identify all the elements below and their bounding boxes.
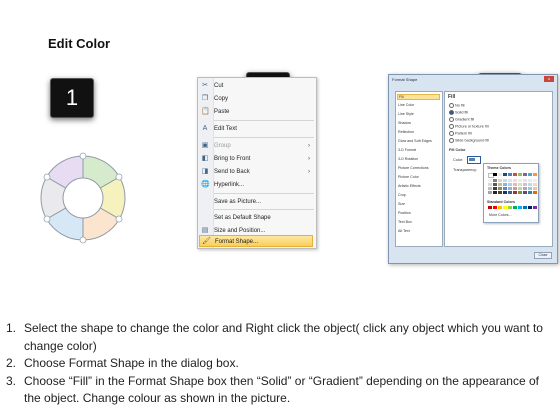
instruction-list: 1. Select the shape to change the color a… <box>6 320 554 408</box>
scissors-icon: ✂ <box>202 82 208 89</box>
menu-separator <box>214 137 314 138</box>
radio-icon <box>449 117 454 122</box>
size-position-icon: ▤ <box>201 227 209 234</box>
edit-text-icon: A <box>202 125 208 132</box>
instruction-item: 1. Select the shape to change the color a… <box>6 321 543 353</box>
nav-item-reflection[interactable]: Reflection <box>398 130 414 134</box>
format-shape-dialog: Format Shape x Fill Line Color Line Styl… <box>388 74 558 264</box>
radio-picture-fill[interactable]: Picture or texture fill <box>449 124 489 129</box>
paste-icon: 📋 <box>201 108 210 115</box>
hyperlink-icon: 🌐 <box>201 181 210 188</box>
submenu-arrow-icon: › <box>308 143 310 149</box>
submenu-arrow-icon: › <box>308 169 310 175</box>
page-title: Edit Color <box>48 36 111 51</box>
standard-colors-heading: Standard Colors <box>487 200 515 204</box>
radio-icon <box>449 124 454 129</box>
group-icon: ▣ <box>201 142 209 149</box>
nav-item-line-color[interactable]: Line Color <box>398 103 414 107</box>
fill-color-heading: Fill Color <box>449 148 466 152</box>
menu-item-group[interactable]: ▣ Group › <box>202 140 314 152</box>
radio-pattern-fill[interactable]: Pattern fill <box>449 131 472 136</box>
menu-item-save-as-picture[interactable]: Save as Picture... <box>214 196 314 208</box>
color-swatch-icon <box>469 158 475 161</box>
dialog-nav-list: Fill Line Color Line Style Shadow Reflec… <box>395 91 443 247</box>
menu-item-cut[interactable]: ✂ Cut <box>202 80 314 92</box>
radio-slide-background-fill[interactable]: Slide background fill <box>449 138 489 143</box>
puzzle-ring-diagram[interactable] <box>35 150 131 246</box>
nav-item-picture-color[interactable]: Picture Color <box>398 175 419 179</box>
color-picker-popup: Theme Colors Standard Colors More Colors… <box>483 163 539 223</box>
menu-item-set-default-shape[interactable]: Set as Default Shape <box>214 212 314 224</box>
dialog-title: Format Shape <box>392 77 418 82</box>
menu-separator <box>214 209 314 210</box>
menu-item-format-shape[interactable]: 🖌 Format Shape... <box>199 235 313 247</box>
nav-item-artistic-effects[interactable]: Artistic Effects <box>398 184 421 188</box>
step-badge-1: 1 <box>50 78 94 118</box>
submenu-arrow-icon: › <box>308 156 310 162</box>
radio-solid-fill[interactable]: Solid fill <box>449 110 468 115</box>
pane-heading: Fill <box>448 94 456 100</box>
radio-icon <box>449 131 454 136</box>
instruction-item: 2. Choose Format Shape in the dialog box. <box>6 356 239 371</box>
nav-item-shadow[interactable]: Shadow <box>398 121 411 125</box>
nav-item-size[interactable]: Size <box>398 202 405 206</box>
nav-item-picture-corrections[interactable]: Picture Corrections <box>398 166 429 170</box>
color-picker-button[interactable] <box>467 156 481 164</box>
nav-item-fill[interactable]: Fill <box>397 94 440 100</box>
radio-selected-icon <box>449 110 454 115</box>
menu-separator <box>214 193 314 194</box>
nav-item-3d-format[interactable]: 3-D Format <box>398 148 416 152</box>
radio-icon <box>449 138 454 143</box>
nav-item-glow[interactable]: Glow and Soft Edges <box>398 139 432 143</box>
menu-icon-gutter <box>198 78 214 248</box>
menu-separator <box>214 120 314 121</box>
nav-item-3d-rotation[interactable]: 3-D Rotation <box>398 157 418 161</box>
menu-item-edit-text[interactable]: A Edit Text <box>203 123 314 135</box>
theme-colors-heading: Theme Colors <box>487 166 511 170</box>
color-label: Color: <box>453 158 464 162</box>
nav-item-crop[interactable]: Crop <box>398 193 406 197</box>
nav-item-text-box[interactable]: Text Box <box>398 220 412 224</box>
radio-gradient-fill[interactable]: Gradient fill <box>449 117 474 122</box>
dialog-close-button[interactable]: x <box>544 76 554 82</box>
menu-item-bring-to-front[interactable]: ◧ Bring to Front › <box>202 153 314 165</box>
copy-icon: ❐ <box>201 95 209 102</box>
standard-color-row[interactable] <box>488 206 537 209</box>
instruction-item: 3. Choose “Fill” in the Format Shape box … <box>6 373 539 406</box>
format-shape-icon: 🖌 <box>202 238 211 245</box>
menu-item-send-to-back[interactable]: ◨ Send to Back › <box>202 166 314 178</box>
nav-item-line-style[interactable]: Line Style <box>398 112 414 116</box>
dialog-close-bottom-button[interactable]: Close <box>534 252 552 259</box>
menu-item-copy[interactable]: ❐ Copy <box>202 93 314 105</box>
nav-item-position[interactable]: Position <box>398 211 411 215</box>
context-menu: ✂ Cut ❐ Copy 📋 Paste A Edit Text ▣ Group › ◧ Br… <box>197 77 317 249</box>
send-back-icon: ◨ <box>201 168 209 175</box>
menu-item-hyperlink[interactable]: 🌐 Hyperlink... <box>201 179 314 191</box>
menu-item-paste[interactable]: 📋 Paste <box>201 106 314 118</box>
theme-color-grid[interactable] <box>488 173 537 194</box>
nav-item-alt-text[interactable]: Alt Text <box>398 229 410 233</box>
radio-icon <box>449 103 454 108</box>
radio-no-fill[interactable]: No fill <box>449 103 465 108</box>
transparency-label: Transparency: <box>453 168 478 172</box>
bring-front-icon: ◧ <box>201 155 209 162</box>
more-colors-link[interactable]: More Colors... <box>489 213 512 217</box>
